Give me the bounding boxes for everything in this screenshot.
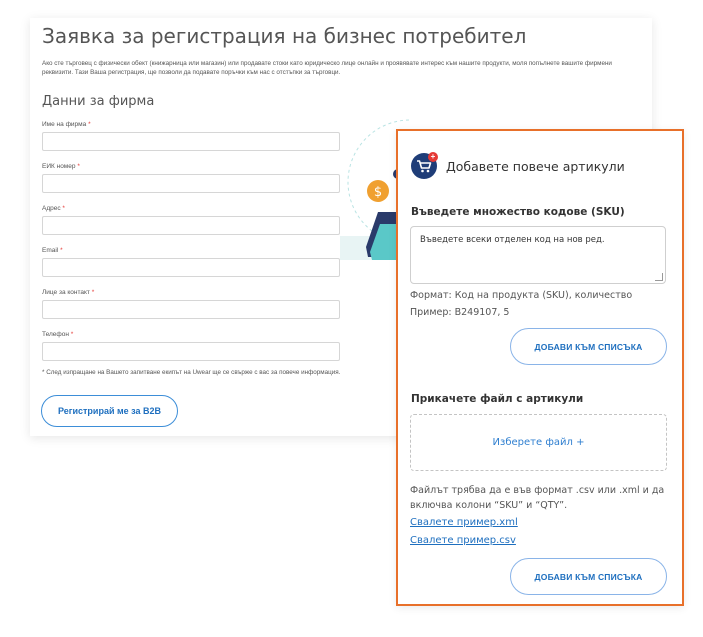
- address-input[interactable]: [42, 216, 340, 235]
- cart-add-icon: +: [411, 152, 438, 179]
- phone-input[interactable]: [42, 342, 340, 361]
- contact-person-label: Лице за контакт *: [42, 289, 95, 296]
- sku-placeholder: Въведете всеки отделен код на нов ред.: [420, 235, 605, 245]
- svg-text:$: $: [374, 185, 382, 200]
- phone-label: Телефон *: [42, 331, 74, 338]
- email-label: Email *: [42, 247, 63, 254]
- add-to-list-button[interactable]: ДОБАВИ КЪМ СПИСЪКА: [510, 328, 667, 365]
- email-input[interactable]: [42, 258, 340, 277]
- attach-file-heading: Прикачете файл с артикули: [411, 393, 584, 405]
- contact-person-input[interactable]: [42, 300, 340, 319]
- format-hint: Формат: Код на продукта (SKU), количеств…: [410, 290, 633, 301]
- eik-label: ЕИК номер *: [42, 163, 80, 170]
- file-format-hint: Файлът трябва да е във формат .csv или .…: [410, 485, 665, 511]
- resize-handle-icon[interactable]: [655, 273, 663, 281]
- download-csv-link[interactable]: Свалете пример.csv: [410, 535, 516, 546]
- form-note: * След изпращане на Вашето запитване еки…: [42, 369, 341, 376]
- download-xml-link[interactable]: Свалете пример.xml: [410, 517, 518, 528]
- choose-file-dropzone[interactable]: Изберете файл +: [410, 414, 667, 471]
- sku-textarea[interactable]: Въведете всеки отделен код на нов ред.: [410, 226, 666, 284]
- example-hint: Пример: B249107, 5: [410, 307, 510, 318]
- company-name-label: Име на фирма *: [42, 121, 91, 128]
- address-label: Адрес *: [42, 205, 65, 212]
- register-b2b-button[interactable]: Регистрирай ме за B2B: [41, 395, 178, 427]
- form-intro-text: Ако сте търговец с физически обект (книж…: [42, 60, 612, 76]
- sku-heading: Въведете множество кодове (SKU): [411, 206, 625, 218]
- choose-file-label: Изберете файл +: [492, 437, 585, 448]
- popup-header: + Добавете повече артикули: [411, 152, 625, 179]
- popup-title: Добавете повече артикули: [446, 158, 625, 174]
- eik-input[interactable]: [42, 174, 340, 193]
- company-section-title: Данни за фирма: [42, 94, 155, 109]
- add-items-popup: + Добавете повече артикули Въведете множ…: [396, 129, 684, 606]
- company-name-input[interactable]: [42, 132, 340, 151]
- add-file-to-list-button[interactable]: ДОБАВИ КЪМ СПИСЪКА: [510, 558, 667, 595]
- page-title: Заявка за регистрация на бизнес потребит…: [42, 24, 527, 48]
